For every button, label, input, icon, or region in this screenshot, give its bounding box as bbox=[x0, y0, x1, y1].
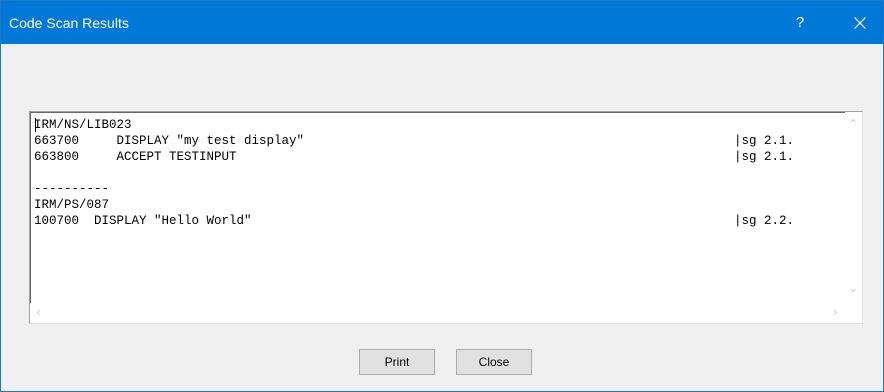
result-line-text: ---------- bbox=[34, 182, 110, 196]
close-button[interactable]: Close bbox=[456, 349, 532, 375]
result-line-text: 663800 ACCEPT TESTINPUT bbox=[34, 150, 237, 164]
results-text-box[interactable]: IRM/NS/LIB023 663700 DISPLAY "my test dis… bbox=[29, 111, 863, 324]
close-x-icon bbox=[854, 16, 866, 29]
question-mark-icon: ? bbox=[795, 14, 805, 31]
result-line: 100700 DISPLAY "Hello World" |sg 2.2. bbox=[34, 213, 844, 229]
result-line: IRM/NS/LIB023 bbox=[34, 117, 844, 133]
result-line: 663700 DISPLAY "my test display" |sg 2.1. bbox=[34, 133, 844, 149]
code-scan-results-dialog: Code Scan Results ? IRM/NS/LIB023 663700 … bbox=[0, 0, 884, 392]
result-line: ---------- bbox=[34, 181, 844, 197]
result-line-text: 663700 DISPLAY "my test display" bbox=[34, 134, 305, 148]
result-line-reference: |sg 2.2. bbox=[734, 214, 795, 228]
close-window-button[interactable] bbox=[837, 1, 883, 44]
result-line bbox=[34, 165, 844, 181]
vertical-scrollbar[interactable]: ⌃ ⌄ bbox=[845, 112, 862, 303]
horizontal-scrollbar[interactable]: ‹ › bbox=[30, 303, 845, 323]
scrollbar-corner bbox=[845, 303, 862, 323]
title-bar[interactable]: Code Scan Results ? bbox=[1, 1, 883, 44]
chevron-right-icon[interactable]: › bbox=[833, 306, 838, 318]
result-line-text: IRM/NS/LIB023 bbox=[34, 118, 132, 132]
chevron-left-icon[interactable]: ‹ bbox=[36, 306, 41, 318]
result-line-text: 100700 DISPLAY "Hello World" bbox=[34, 214, 252, 228]
result-line-text: IRM/PS/087 bbox=[34, 198, 110, 212]
text-caret bbox=[35, 118, 36, 132]
print-button[interactable]: Print bbox=[359, 349, 435, 375]
results-text-area[interactable]: IRM/NS/LIB023 663700 DISPLAY "my test dis… bbox=[34, 117, 844, 303]
result-line-reference: |sg 2.1. bbox=[734, 134, 795, 148]
help-button[interactable]: ? bbox=[777, 1, 823, 44]
chevron-up-icon[interactable]: ⌃ bbox=[848, 118, 858, 130]
result-line: IRM/PS/087 bbox=[34, 197, 844, 213]
chevron-down-icon[interactable]: ⌄ bbox=[848, 282, 858, 294]
window-title: Code Scan Results bbox=[9, 15, 129, 31]
result-line: 663800 ACCEPT TESTINPUT |sg 2.1. bbox=[34, 149, 844, 165]
result-line-reference: |sg 2.1. bbox=[734, 150, 795, 164]
